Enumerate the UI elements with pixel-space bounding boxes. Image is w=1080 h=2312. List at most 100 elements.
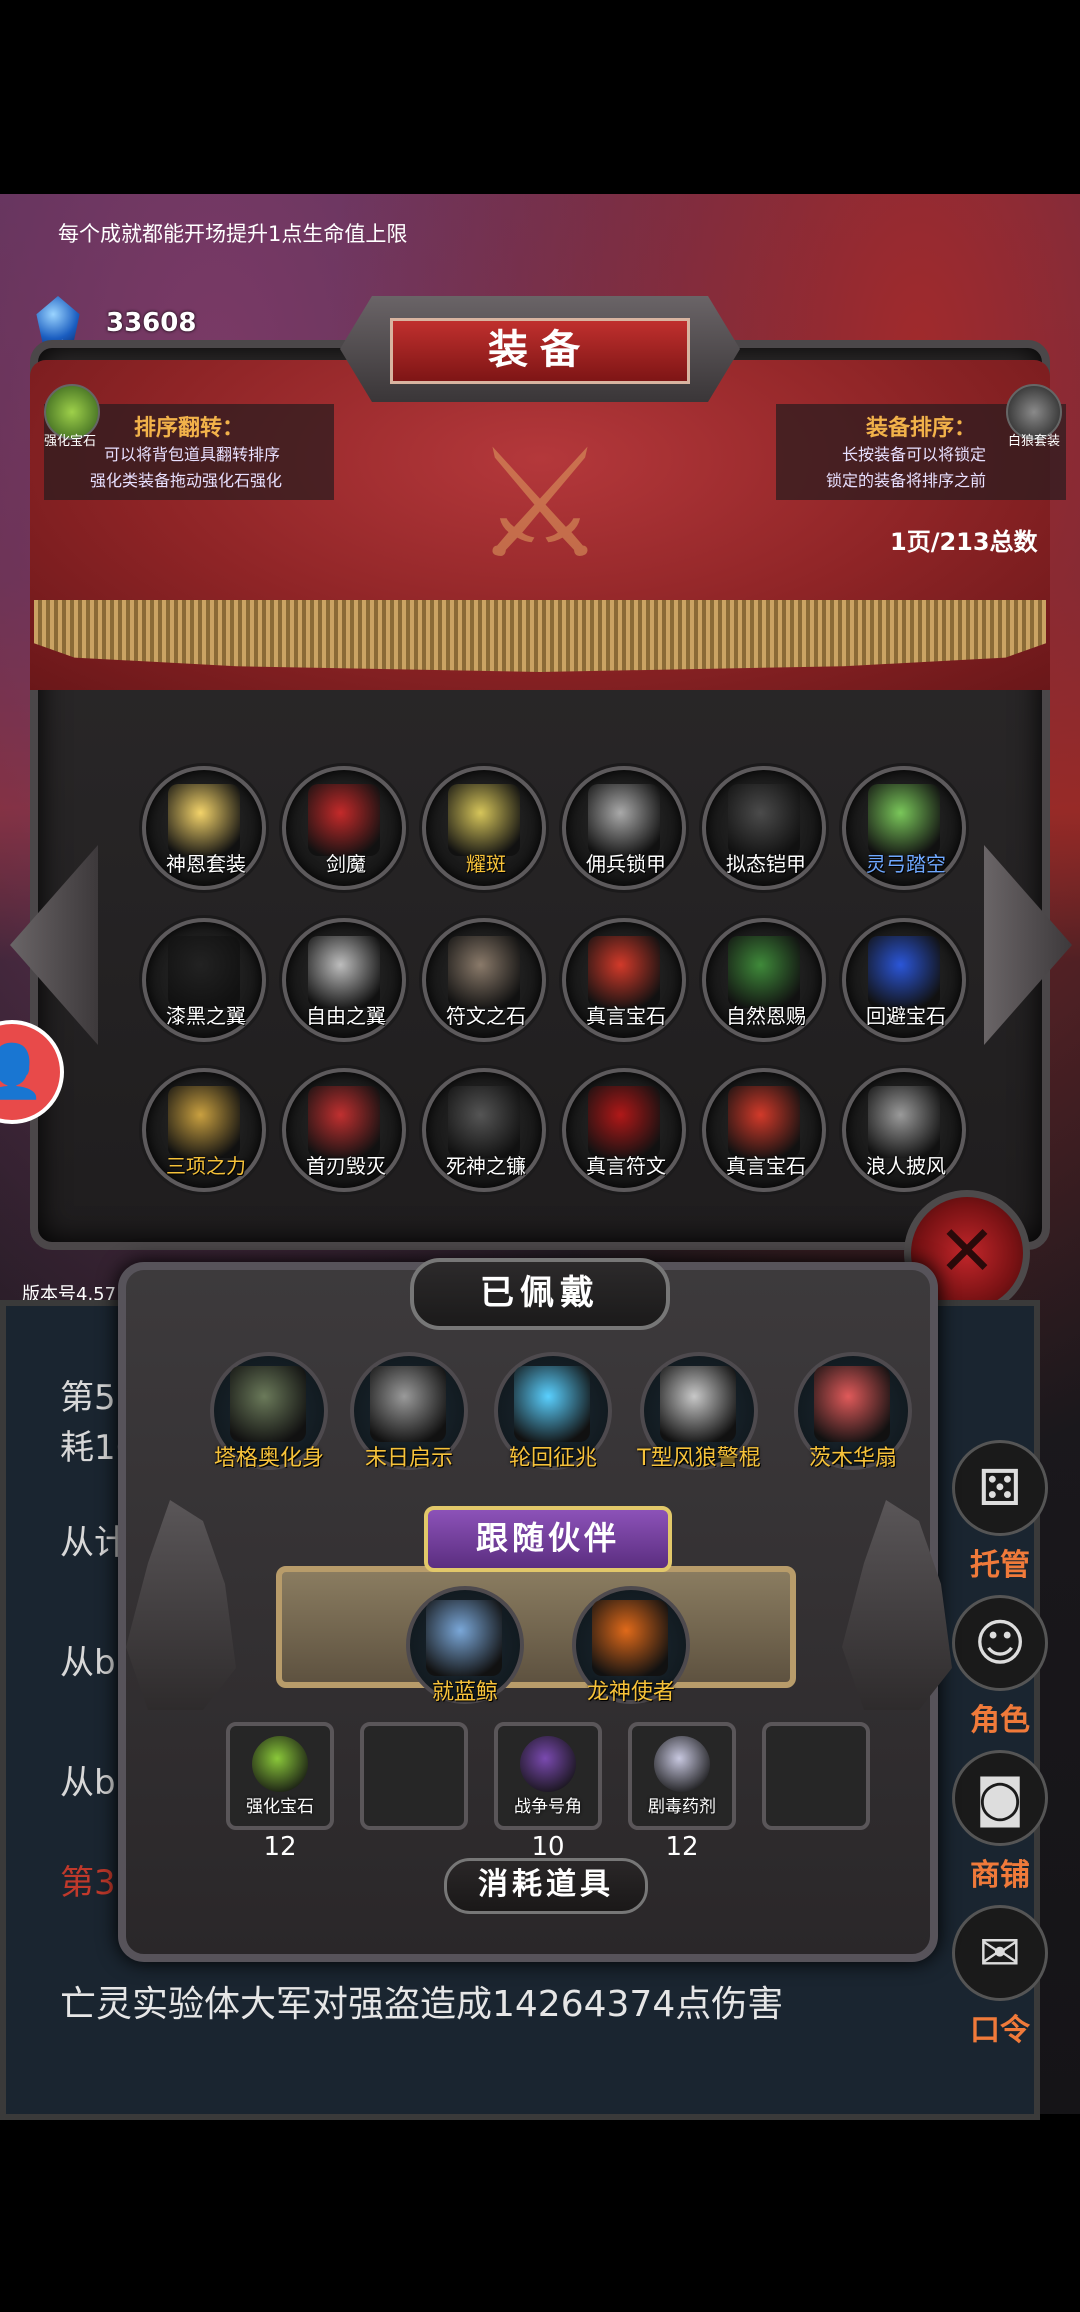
menu-shop-label: 商铺 xyxy=(970,1858,1030,1893)
equipment-slot[interactable]: 灵弓踏空 xyxy=(842,766,966,890)
equipment-name: 自然恩赐 xyxy=(726,1004,806,1028)
equipped-item-name: T型风狼警棍 xyxy=(637,1446,761,1471)
panel-title: 装备 xyxy=(390,318,690,384)
consumable-name: 剧毒药剂 xyxy=(648,1797,716,1817)
equipment-name: 耀斑 xyxy=(466,852,506,876)
equipment-item-icon xyxy=(868,936,940,1008)
menu-auto-label: 托管 xyxy=(970,1548,1030,1583)
equipment-slot[interactable]: 自由之翼 xyxy=(282,918,406,1042)
equipment-item-icon xyxy=(728,784,800,856)
equipment-item-icon xyxy=(728,936,800,1008)
consumable-quantity: 12 xyxy=(665,1832,699,1862)
partner-name: 就蓝鲸 xyxy=(431,1680,498,1705)
hood-icon: ☺ xyxy=(952,1595,1048,1691)
equipment-item-icon xyxy=(588,784,660,856)
consumable-icon xyxy=(520,1736,576,1792)
equipment-item-icon xyxy=(308,1086,380,1158)
equipment-name: 回避宝石 xyxy=(866,1004,946,1028)
equipment-slot[interactable]: 佣兵锁甲 xyxy=(562,766,686,890)
equip-sort-line2: 锁定的装备将排序之前 xyxy=(825,471,986,490)
consumable-slot[interactable]: 战争号角 10 xyxy=(494,1722,602,1862)
achievement-tip: 每个成就都能开场提升1点生命值上限 xyxy=(58,222,408,246)
equipped-slot[interactable]: T型风狼警棍 xyxy=(637,1352,761,1471)
equipment-name: 自由之翼 xyxy=(306,1004,386,1028)
equipment-name: 拟态铠甲 xyxy=(726,852,806,876)
equipped-slot[interactable]: 轮回征兆 xyxy=(494,1352,612,1471)
partner-frame xyxy=(276,1566,796,1688)
partner-icon xyxy=(592,1600,668,1676)
banner-fringe xyxy=(34,600,1046,672)
equipment-item-icon xyxy=(448,784,520,856)
equipped-slot[interactable]: 末日启示 xyxy=(350,1352,468,1471)
menu-shop-button[interactable]: ◙ 商铺 xyxy=(940,1750,1060,1893)
consumable-slot[interactable]: 强化宝石 12 xyxy=(226,1722,334,1862)
shop-icon: ◙ xyxy=(952,1750,1048,1846)
menu-code-label: 口令 xyxy=(970,2013,1030,2048)
equipped-item-icon xyxy=(370,1366,446,1442)
consumable-quantity: 12 xyxy=(263,1832,297,1862)
equipment-slot[interactable]: 自然恩赐 xyxy=(702,918,826,1042)
equipped-item-icon xyxy=(514,1366,590,1442)
equipment-item-icon xyxy=(868,784,940,856)
equipment-slot[interactable]: 耀斑 xyxy=(422,766,546,890)
scroll-icon: ✉ xyxy=(952,1905,1048,2001)
equipment-slot[interactable]: 神恩套装 xyxy=(142,766,266,890)
equipped-title: 已佩戴 xyxy=(410,1258,670,1330)
equipped-item-icon xyxy=(660,1366,736,1442)
equipment-name: 剑魔 xyxy=(326,852,366,876)
equipment-slot[interactable]: 浪人披风 xyxy=(842,1068,966,1192)
equipment-slot[interactable]: 真言宝石 xyxy=(702,1068,826,1192)
equipped-slot[interactable]: 塔格奥化身 xyxy=(210,1352,328,1471)
consumable-name: 战争号角 xyxy=(514,1797,582,1817)
equipment-slot[interactable]: 漆黑之翼 xyxy=(142,918,266,1042)
menu-code-button[interactable]: ✉ 口令 xyxy=(940,1905,1060,2048)
equipment-slot[interactable]: 符文之石 xyxy=(422,918,546,1042)
equipment-item-icon xyxy=(448,936,520,1008)
gem-value: 33608 xyxy=(106,308,197,338)
equipment-slot[interactable]: 回避宝石 xyxy=(842,918,966,1042)
menu-role-label: 角色 xyxy=(970,1703,1030,1738)
equipped-item-name: 茨木华扇 xyxy=(808,1446,897,1471)
equipment-item-icon xyxy=(588,1086,660,1158)
equipment-item-icon xyxy=(588,936,660,1008)
equipment-name: 灵弓踏空 xyxy=(866,852,946,876)
partner-slot[interactable]: 龙神使者 xyxy=(572,1586,690,1705)
equipped-slot[interactable]: 茨木华扇 xyxy=(794,1352,912,1471)
partner-icon xyxy=(426,1600,502,1676)
equipment-item-icon xyxy=(308,936,380,1008)
consumable-icon xyxy=(654,1736,710,1792)
equipment-item-icon xyxy=(868,1086,940,1158)
equipment-name: 符文之石 xyxy=(446,1004,526,1028)
dice-icon: ⚄ xyxy=(952,1440,1048,1536)
equipment-name: 首刃毁灭 xyxy=(306,1154,386,1178)
partner-slot[interactable]: 就蓝鲸 xyxy=(406,1586,524,1705)
consumable-slot[interactable]: 剧毒药剂 12 xyxy=(628,1722,736,1862)
log-line: 第3 xyxy=(60,1863,116,1903)
consumable-name: 强化宝石 xyxy=(246,1797,314,1817)
consumables-title: 消耗道具 xyxy=(444,1858,648,1914)
consumable-slot[interactable] xyxy=(762,1722,870,1830)
equipment-name: 真言宝石 xyxy=(726,1154,806,1178)
equipment-slot[interactable]: 首刃毁灭 xyxy=(282,1068,406,1192)
equipment-slot[interactable]: 三项之力 xyxy=(142,1068,266,1192)
enhance-gem-sort-label: 强化宝石 xyxy=(44,434,97,449)
crossed-swords-emblem-icon: ⚔ xyxy=(472,418,608,592)
menu-auto-button[interactable]: ⚄ 托管 xyxy=(940,1440,1060,1583)
equipment-name: 浪人披风 xyxy=(866,1154,946,1178)
equipment-slot[interactable]: 死神之镰 xyxy=(422,1068,546,1192)
equipment-name: 漆黑之翼 xyxy=(166,1004,246,1028)
log-last-line: 亡灵实验体大军对强盗造成14264374点伤害 xyxy=(60,1984,784,2025)
equipment-name: 死神之镰 xyxy=(446,1154,526,1178)
equipment-item-icon xyxy=(168,784,240,856)
equipment-slot[interactable]: 拟态铠甲 xyxy=(702,766,826,890)
equipment-slot[interactable]: 真言符文 xyxy=(562,1068,686,1192)
equipment-name: 真言符文 xyxy=(586,1154,666,1178)
partner-name: 龙神使者 xyxy=(586,1680,675,1705)
equipment-item-icon xyxy=(168,1086,240,1158)
equipment-name: 真言宝石 xyxy=(586,1004,666,1028)
equipment-item-icon xyxy=(448,1086,520,1158)
consumable-slot[interactable] xyxy=(360,1722,468,1830)
menu-role-button[interactable]: ☺ 角色 xyxy=(940,1595,1060,1738)
equipment-slot[interactable]: 剑魔 xyxy=(282,766,406,890)
equipment-slot[interactable]: 真言宝石 xyxy=(562,918,686,1042)
